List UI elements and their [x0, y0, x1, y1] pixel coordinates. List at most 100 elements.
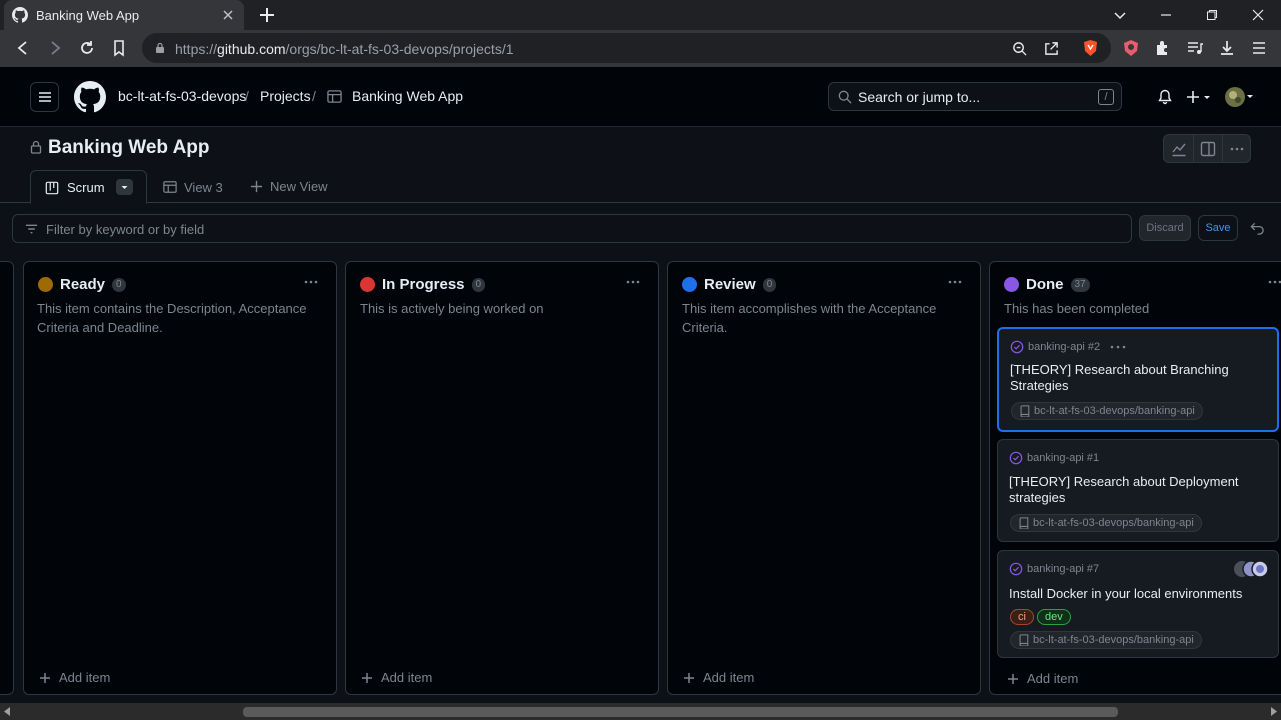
repository-token[interactable]: bc-lt-at-fs-03-devops/banking-api — [1010, 514, 1202, 532]
repo-icon — [1019, 634, 1029, 646]
bookmark-icon[interactable] — [110, 39, 128, 57]
close-tab-icon[interactable] — [220, 7, 236, 23]
repository-token[interactable]: bc-lt-at-fs-03-devops/banking-api — [1011, 402, 1203, 420]
github-logo-icon[interactable] — [74, 81, 106, 113]
avatar[interactable] — [1224, 86, 1254, 108]
card-reference: banking-api #7 — [1027, 563, 1100, 575]
save-button[interactable]: Save — [1198, 215, 1238, 241]
add-item-button[interactable]: Add item — [683, 670, 754, 685]
column-more-icon[interactable] — [947, 274, 963, 290]
search-shortcut-key: / — [1098, 89, 1114, 105]
card-title[interactable]: [THEORY] Research about Branching Strate… — [1010, 362, 1250, 394]
column-description: This item contains the Description, Acce… — [37, 301, 307, 335]
column-header: Review 0 — [682, 276, 777, 293]
new-tab-icon[interactable] — [258, 6, 276, 24]
column-name: Done — [1026, 276, 1064, 293]
column-more-icon[interactable] — [1267, 274, 1281, 290]
board-icon — [45, 181, 59, 195]
card-title[interactable]: [THEORY] Research about Deployment strat… — [1009, 474, 1249, 506]
browser-tab[interactable]: Banking Web App — [4, 0, 244, 30]
issue-card[interactable]: banking-api #1 [THEORY] Research about D… — [997, 439, 1279, 542]
extensions-icon[interactable] — [1154, 39, 1172, 57]
repo-icon — [1019, 517, 1029, 529]
media-playlist-icon[interactable] — [1186, 39, 1204, 57]
plus-icon — [1008, 673, 1018, 684]
tab-options-button[interactable] — [116, 179, 133, 195]
breadcrumb-org[interactable]: bc-lt-at-fs-03-devops — [118, 88, 246, 104]
create-new-plus-icon[interactable] — [1186, 89, 1212, 105]
table-icon — [327, 90, 342, 103]
column-count: 0 — [112, 277, 126, 292]
column-name: In Progress — [382, 276, 465, 293]
side-panel-icon[interactable] — [1200, 141, 1216, 157]
board-column-partial — [0, 261, 14, 695]
issue-card[interactable]: banking-api #2 [THEORY] Research about B… — [997, 327, 1279, 432]
restore-icon[interactable] — [1189, 0, 1235, 30]
new-view-button[interactable]: New View — [270, 179, 328, 194]
closed-issue-icon — [1010, 340, 1024, 354]
browser-tab-strip: Banking Web App — [0, 0, 1281, 30]
add-item-button[interactable]: Add item — [1007, 671, 1078, 686]
column-count: 37 — [1070, 277, 1090, 292]
discard-button[interactable]: Discard — [1139, 215, 1191, 241]
card-meta: banking-api #1 — [1009, 451, 1099, 465]
column-header: Ready 0 — [38, 276, 126, 293]
open-global-nav-button[interactable] — [30, 82, 59, 112]
tab-scrum[interactable]: Scrum — [30, 170, 147, 204]
breadcrumb-project[interactable]: Banking Web App — [352, 88, 463, 104]
closed-issue-icon — [1009, 562, 1023, 576]
address-bar[interactable]: https://github.com/orgs/bc-lt-at-fs-03-d… — [142, 33, 1111, 63]
close-window-icon[interactable] — [1235, 0, 1281, 30]
label-dev[interactable]: dev — [1037, 609, 1071, 625]
horizontal-scrollbar[interactable] — [0, 703, 1281, 720]
column-name: Review — [704, 276, 756, 293]
forward-icon[interactable] — [46, 39, 64, 57]
card-title[interactable]: Install Docker in your local environment… — [1009, 586, 1249, 602]
share-icon[interactable] — [1044, 41, 1059, 56]
tab-view-3[interactable]: View 3 — [184, 180, 223, 195]
brave-shield-icon[interactable] — [1082, 39, 1099, 57]
lock-icon — [30, 140, 42, 154]
insights-graph-icon[interactable] — [1171, 141, 1187, 157]
column-count: 0 — [471, 277, 486, 292]
column-header: In Progress 0 — [360, 276, 486, 293]
brave-rewards-icon[interactable] — [1122, 39, 1140, 57]
tab-scrum-label: Scrum — [67, 180, 105, 195]
add-item-button[interactable]: Add item — [361, 670, 432, 685]
scrollbar-thumb[interactable] — [243, 707, 1118, 717]
more-options-icon[interactable] — [1229, 141, 1245, 157]
board-column-in-progress: In Progress 0 This is actively being wor… — [345, 261, 659, 695]
status-color-dot — [682, 277, 697, 292]
add-item-label: Add item — [703, 670, 755, 685]
zoom-icon[interactable] — [1012, 41, 1027, 56]
column-count: 0 — [762, 277, 777, 292]
search-placeholder: Search or jump to... — [858, 89, 981, 105]
assignee-avatars[interactable] — [1233, 560, 1269, 578]
card-more-icon[interactable] — [1110, 344, 1126, 350]
scroll-right-icon[interactable] — [1269, 707, 1277, 716]
column-more-icon[interactable] — [303, 274, 319, 290]
minimize-icon[interactable] — [1143, 0, 1189, 30]
repository-token[interactable]: bc-lt-at-fs-03-devops/banking-api — [1010, 631, 1202, 649]
label-ci[interactable]: ci — [1010, 609, 1034, 625]
scroll-left-icon[interactable] — [4, 707, 12, 716]
browser-menu-icon[interactable] — [1250, 39, 1268, 57]
column-more-icon[interactable] — [625, 274, 641, 290]
back-icon[interactable] — [14, 39, 32, 57]
undo-icon[interactable] — [1250, 221, 1265, 235]
column-header: Done 37 — [1004, 276, 1090, 293]
breadcrumb-projects[interactable]: Projects — [260, 88, 311, 104]
reload-icon[interactable] — [78, 39, 96, 57]
board-column-review: Review 0 This item accomplishes with the… — [667, 261, 981, 695]
add-item-label: Add item — [1027, 671, 1079, 686]
search-input[interactable]: Search or jump to... / — [828, 82, 1122, 111]
repository-name: bc-lt-at-fs-03-devops/banking-api — [1034, 405, 1195, 417]
issue-card[interactable]: banking-api #7 Install Docker in your lo… — [997, 550, 1279, 658]
downloads-icon[interactable] — [1218, 39, 1236, 57]
add-item-button[interactable]: Add item — [39, 670, 110, 685]
tab-search-icon[interactable] — [1097, 0, 1143, 30]
notifications-bell-icon[interactable] — [1157, 89, 1173, 105]
search-icon — [838, 90, 852, 104]
lock-icon[interactable] — [154, 42, 166, 54]
filter-input[interactable]: Filter by keyword or by field — [12, 214, 1132, 243]
